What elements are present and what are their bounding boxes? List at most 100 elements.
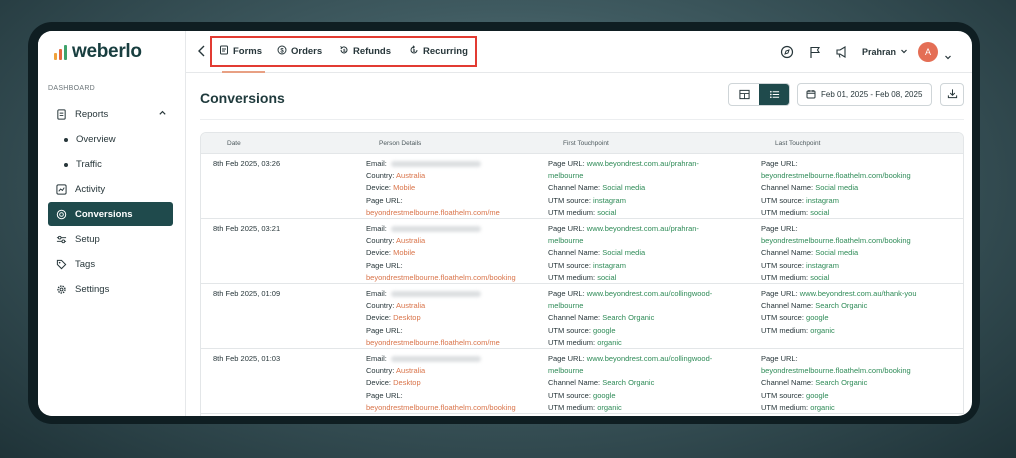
first-page-url[interactable]: www.beyondrest.com.au/prahran-: [587, 159, 699, 168]
first-touchpoint-cell: Page URL: www.beyondrest.com.au/prahran-…: [548, 223, 699, 284]
tab-refunds[interactable]: $ Refunds: [339, 45, 391, 58]
page-url-label: Page URL:: [548, 354, 585, 363]
first-page-url[interactable]: www.beyondrest.com.au/collingwood-: [587, 289, 712, 298]
utm-source-label: UTM source:: [761, 195, 804, 205]
person-page-url[interactable]: beyondrestmelbourne.floathelm.com/me: [366, 338, 500, 347]
date-range-picker[interactable]: Feb 01, 2025 - Feb 08, 2025: [797, 83, 932, 106]
tab-label: Recurring: [423, 46, 468, 57]
chevron-down-icon[interactable]: [944, 48, 952, 66]
page-url-label: Page URL:: [761, 354, 798, 363]
sidebar-item-conversions[interactable]: Conversions: [48, 202, 173, 226]
first-page-url-cont[interactable]: melbourne: [548, 301, 583, 310]
sidebar-item-label: Traffic: [76, 159, 102, 170]
redacted-email: [390, 226, 481, 233]
sidebar-item-tags[interactable]: Tags: [48, 252, 173, 276]
list-icon: [769, 87, 780, 105]
page-url-label: Page URL:: [761, 224, 798, 233]
last-touchpoint-cell: Page URL: beyondrestmelbourne.floathelm.…: [761, 353, 911, 414]
first-utm-source: google: [593, 325, 616, 335]
table-row[interactable]: 8th Feb 2025, 01:09 Email: Country: Aust…: [201, 284, 963, 349]
table-row[interactable]: 8th Feb 2025, 03:26 Email: Country: Aust…: [201, 154, 963, 219]
column-header-person: Person Details: [379, 140, 422, 147]
device-value: Desktop: [393, 378, 421, 388]
sidebar-item-activity[interactable]: Activity: [48, 177, 173, 201]
sliders-icon: [56, 234, 67, 245]
first-page-url[interactable]: www.beyondrest.com.au/prahran-: [587, 224, 699, 233]
divider: [200, 119, 964, 120]
megaphone-icon[interactable]: [835, 45, 849, 59]
device-label: Device:: [366, 183, 392, 193]
last-utm-medium: organic: [810, 402, 835, 412]
utm-source-label: UTM source:: [761, 390, 804, 400]
tab-label: Orders: [291, 46, 323, 57]
tab-orders[interactable]: $ Orders: [277, 45, 322, 58]
compass-icon[interactable]: [780, 45, 794, 59]
chevron-up-icon[interactable]: [158, 108, 167, 120]
sidebar-item-reports[interactable]: Reports: [48, 102, 173, 126]
channel-label: Channel Name:: [761, 301, 814, 311]
last-page-url[interactable]: www.beyondrest.com.au/thank-you: [800, 289, 917, 298]
logo[interactable]: weberlo: [54, 41, 142, 63]
avatar[interactable]: A: [918, 42, 938, 62]
flag-icon[interactable]: [808, 45, 822, 59]
tab-label: Forms: [233, 46, 263, 57]
column-header-date: Date: [227, 140, 241, 147]
sidebar-item-traffic[interactable]: Traffic: [64, 159, 102, 170]
first-channel: Social media: [602, 183, 646, 193]
last-utm-source: instagram: [806, 260, 839, 270]
grid-view-button[interactable]: [729, 84, 759, 105]
person-page-url[interactable]: beyondrestmelbourne.floathelm.com/bookin…: [366, 273, 516, 282]
tab-recurring[interactable]: $ Recurring: [409, 45, 468, 58]
country-label: Country:: [366, 301, 395, 311]
device-label: Device:: [366, 248, 392, 258]
user-menu[interactable]: Prahran: [862, 47, 908, 57]
utm-source-label: UTM source:: [761, 260, 804, 270]
tab-forms[interactable]: Forms: [219, 45, 262, 58]
person-page-url[interactable]: beyondrestmelbourne.floathelm.com/me: [366, 208, 500, 217]
email-label: Email:: [366, 289, 387, 298]
last-channel: Social media: [815, 248, 859, 258]
utm-medium-label: UTM medium:: [761, 272, 809, 282]
first-page-url-cont[interactable]: melbourne: [548, 171, 583, 180]
table-row[interactable]: 8th Feb 2025, 03:21 Email: Country: Aust…: [201, 219, 963, 284]
person-details-cell: Email: Country: Australia Device: Mobile…: [366, 158, 500, 219]
sidebar-item-settings[interactable]: Settings: [48, 277, 173, 301]
page-title: Conversions: [200, 90, 285, 106]
page-url-label: Page URL:: [548, 289, 585, 298]
first-page-url[interactable]: www.beyondrest.com.au/collingwood-: [587, 354, 712, 363]
utm-medium-label: UTM medium:: [761, 402, 809, 412]
first-touchpoint-cell: Page URL: www.beyondrest.com.au/collingw…: [548, 288, 712, 349]
sidebar-item-label: Reports: [75, 108, 109, 120]
first-page-url-cont[interactable]: melbourne: [548, 236, 583, 245]
device-value: Mobile: [393, 248, 416, 258]
utm-medium-label: UTM medium:: [548, 402, 596, 412]
tab-label: Refunds: [353, 46, 391, 57]
channel-label: Channel Name:: [548, 313, 601, 323]
date-cell: 8th Feb 2025, 01:09: [213, 288, 280, 300]
sidebar-item-overview[interactable]: Overview: [64, 134, 116, 145]
utm-medium-label: UTM medium:: [548, 337, 596, 347]
download-button[interactable]: [940, 83, 964, 106]
sidebar-section-label: DASHBOARD: [48, 85, 96, 92]
table-row[interactable]: 8th Feb 2025, 01:03 Email: Country: Aust…: [201, 349, 963, 414]
dollar-icon: $: [277, 45, 287, 58]
first-utm-medium: social: [597, 272, 617, 282]
last-page-url-cont[interactable]: beyondrestmelbourne.floathelm.com/bookin…: [761, 366, 911, 375]
chart-icon: [56, 183, 67, 195]
page-url-label: Page URL:: [548, 159, 585, 168]
utm-medium-label: UTM medium:: [548, 207, 596, 217]
recurring-icon: $: [409, 45, 419, 58]
sidebar-item-setup[interactable]: Setup: [48, 227, 173, 251]
page-url-label: Page URL:: [548, 224, 585, 233]
device-value: Mobile: [393, 183, 416, 193]
device-label: Device:: [366, 313, 392, 323]
first-utm-medium: organic: [597, 337, 622, 347]
last-page-url-cont[interactable]: beyondrestmelbourne.floathelm.com/bookin…: [761, 171, 911, 180]
person-page-url[interactable]: beyondrestmelbourne.floathelm.com/bookin…: [366, 403, 516, 412]
back-chevron-icon[interactable]: [196, 44, 208, 58]
last-page-url-cont[interactable]: beyondrestmelbourne.floathelm.com/bookin…: [761, 236, 911, 245]
first-page-url-cont[interactable]: melbourne: [548, 366, 583, 375]
last-utm-source: google: [806, 313, 829, 323]
country-value: Australia: [396, 236, 426, 246]
list-view-button[interactable]: [759, 84, 789, 105]
